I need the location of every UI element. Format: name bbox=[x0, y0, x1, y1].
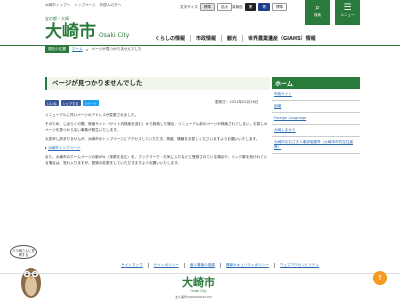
paragraph: また、大崎市のホームページの新URL（末尾を含む）を、ブックマーク・お気に入りな… bbox=[45, 155, 268, 165]
page-title-box: ページが見つかりませんでした bbox=[45, 77, 270, 90]
search-button[interactable]: ⌕ 検索 bbox=[305, 0, 330, 25]
footer-divider bbox=[0, 273, 400, 274]
footer-link-accessibility[interactable]: ウェブアクセシビリティ bbox=[273, 263, 324, 268]
footer-corporate-number: 法人番号1000020042153 bbox=[175, 295, 212, 299]
top-links: 大崎市トップへ トップページ 外国人の方へ bbox=[45, 3, 121, 8]
text-size-label: 文字サイズ bbox=[180, 4, 198, 9]
sidebar-item[interactable]: 市政サイト bbox=[272, 89, 360, 101]
logo-kanji: 大崎市 bbox=[45, 22, 96, 42]
bg-blue-button[interactable]: 青 bbox=[258, 3, 270, 11]
text-size-control: 文字サイズ 標準 拡大 bbox=[180, 3, 233, 11]
menu-icon: ☰ bbox=[343, 3, 352, 13]
facebook-share-button[interactable]: シェアする bbox=[60, 100, 81, 107]
paragraph: リニューアルに伴いページのアドレスが変更されました。 bbox=[45, 113, 139, 117]
logo-english: Osaki City bbox=[99, 32, 130, 39]
breadcrumb-home[interactable]: ホーム bbox=[72, 47, 83, 52]
sidebar-item[interactable]: Foreign Language bbox=[272, 113, 360, 125]
breadcrumb: 現在の位置 ホーム > ページが見つかりませんでした bbox=[45, 46, 142, 53]
search-label: 検索 bbox=[314, 13, 321, 17]
paragraph: 大変申し訳ありませんが、大崎市のトップページにアクセスしていただき、再度、情報を… bbox=[45, 137, 260, 141]
bg-standard-button[interactable]: 標準 bbox=[271, 3, 288, 11]
footer-logo: 大崎市 Osaki City bbox=[182, 276, 215, 294]
updated-date: 更新日：2021年02月26日 bbox=[215, 100, 259, 104]
mascot-speech-bubble: パラ崎さんに質問する bbox=[10, 245, 37, 259]
sidebar-item[interactable]: 組織 bbox=[272, 101, 360, 113]
sidebar-heading: ホーム bbox=[272, 77, 360, 89]
breadcrumb-here-label: 現在の位置 bbox=[45, 46, 69, 53]
paragraph: そのため、しばらくの間、検索サイト（サイト内検索を含む）から検索した場合、リニュ… bbox=[45, 122, 268, 132]
footer-link-sitemap[interactable]: サイトマップ bbox=[116, 263, 148, 268]
footer-logo-english: Osaki City bbox=[190, 289, 207, 293]
tweet-button[interactable]: ツイート bbox=[82, 100, 100, 107]
owl-mascot-icon bbox=[21, 268, 41, 298]
city-top-link[interactable]: 大崎市トップページ bbox=[48, 146, 80, 150]
bg-color-control: 背景色 黒 青 標準 bbox=[232, 3, 288, 11]
top-link-home[interactable]: 大崎市トップへ bbox=[45, 3, 70, 8]
bg-black-button[interactable]: 黒 bbox=[244, 3, 257, 11]
bg-color-label: 背景色 bbox=[232, 4, 243, 9]
top-link-top[interactable]: トップページ bbox=[74, 3, 96, 8]
top-link-foreign[interactable]: 外国人の方へ bbox=[100, 3, 122, 8]
text-size-normal-button[interactable]: 標準 bbox=[199, 3, 216, 11]
search-icon: ⌕ bbox=[314, 3, 321, 13]
sidebar-item[interactable]: 大崎しまから bbox=[272, 125, 360, 137]
global-nav: くらしの情報 市政情報 観光 世界農業遺産（GIAHS）情報 bbox=[150, 35, 321, 42]
footer-link-security[interactable]: 情報セキュリティポリシー bbox=[219, 263, 274, 268]
page-title: ページが見つかりませんでした bbox=[52, 79, 143, 87]
nav-tourism[interactable]: 観光 bbox=[221, 35, 242, 42]
sidebar: ホーム 市政サイト 組織 Foreign Language 大崎しまから 大崎市… bbox=[272, 77, 360, 154]
site-logo[interactable]: 宝の都・大崎 大崎市 Osaki City bbox=[45, 16, 129, 41]
share-buttons: いいね シェアする ツイート bbox=[45, 100, 100, 107]
breadcrumb-separator: > bbox=[85, 47, 89, 52]
footer-logo-kanji: 大崎市 bbox=[182, 276, 215, 289]
footer-nav: サイトマップ サイトポリシー 個人情報の保護 情報セキュリティポリシー ウェブア… bbox=[70, 263, 370, 268]
menu-label: メニュー bbox=[340, 13, 355, 17]
footer-link-policy[interactable]: サイトポリシー bbox=[147, 263, 184, 268]
breadcrumb-current: ページが見つかりませんでした bbox=[91, 47, 142, 51]
footer-link-privacy[interactable]: 個人情報の保護 bbox=[183, 263, 220, 268]
facebook-like-button[interactable]: いいね bbox=[45, 100, 59, 107]
nav-living[interactable]: くらしの情報 bbox=[150, 35, 190, 42]
back-to-top-button[interactable]: ↑ bbox=[373, 271, 387, 285]
menu-button[interactable]: ☰ メニュー bbox=[335, 0, 360, 25]
nav-city-info[interactable]: 市政情報 bbox=[190, 35, 221, 42]
main-content: リニューアルに伴いページのアドレスが変更されました。 そのため、しばらくの間、検… bbox=[45, 112, 270, 169]
arrow-up-icon: ↑ bbox=[377, 274, 383, 282]
sidebar-item[interactable]: 大崎市おおさき人事評価基準（大崎市市内在住者等） bbox=[272, 137, 360, 154]
nav-giahs[interactable]: 世界農業遺産（GIAHS）情報 bbox=[242, 35, 321, 42]
text-size-large-button[interactable]: 拡大 bbox=[217, 3, 233, 11]
